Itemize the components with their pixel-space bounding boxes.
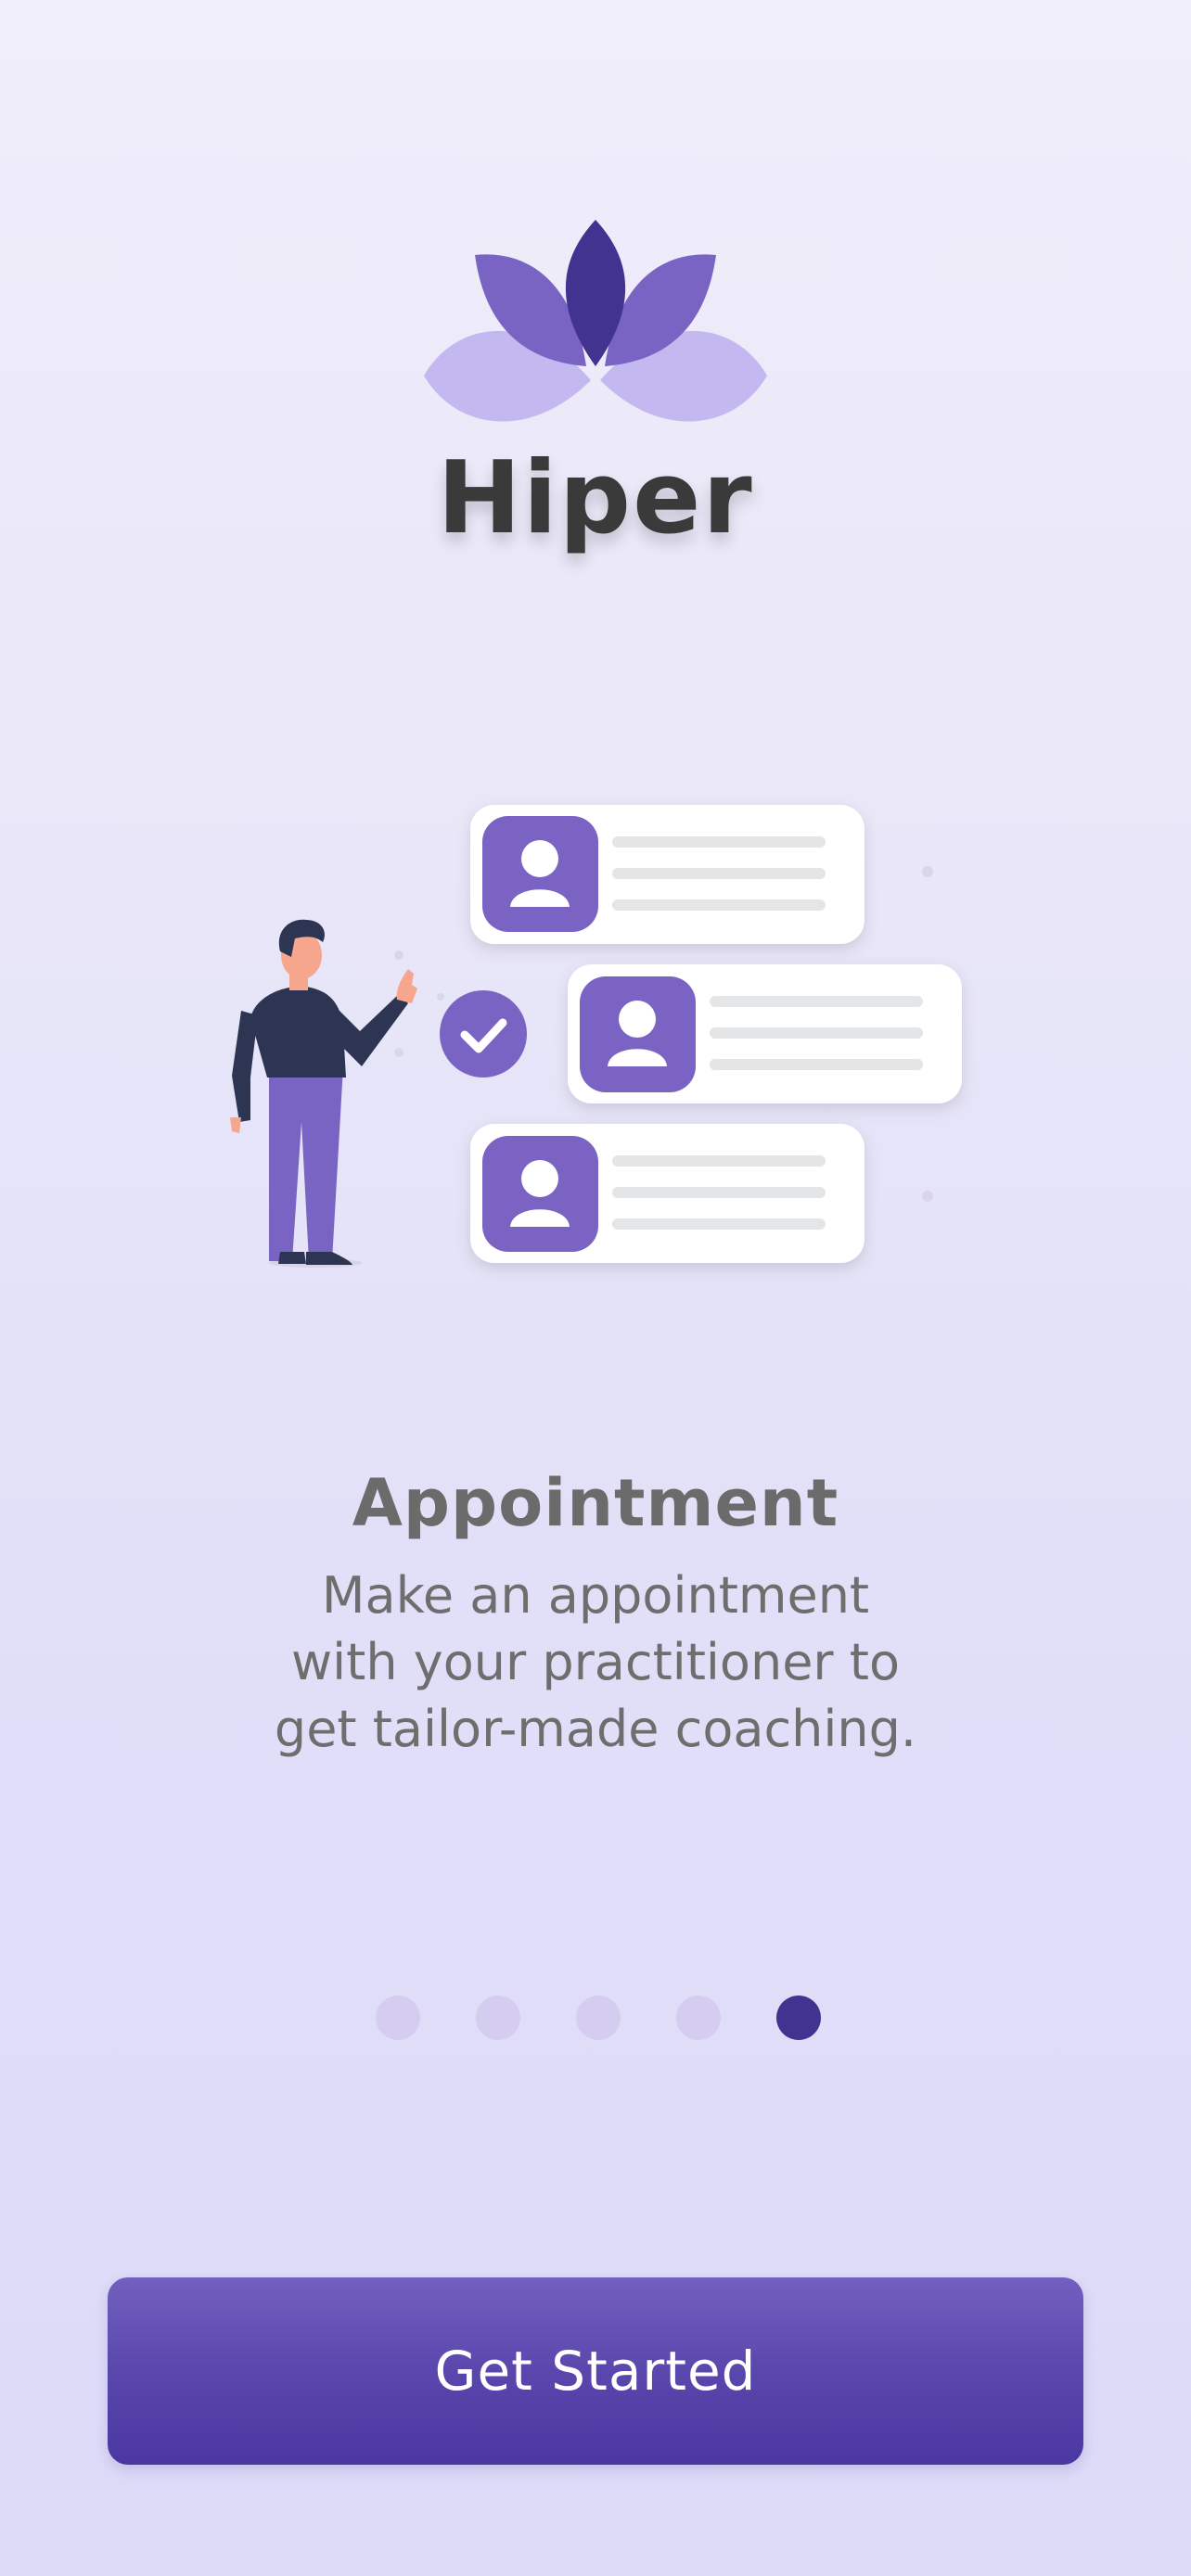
page-title: Appointment xyxy=(352,1465,839,1541)
profile-card-2 xyxy=(568,964,962,1103)
pagination-dot-2[interactable] xyxy=(476,1996,520,2040)
appointment-illustration xyxy=(230,805,962,1268)
page-description: Make an appointment with your practition… xyxy=(274,1566,917,1758)
app-name: Hiper xyxy=(437,440,754,556)
pagination-dot-5[interactable] xyxy=(776,1996,821,2040)
pagination-dot-1[interactable] xyxy=(376,1996,420,2040)
profile-card-3 xyxy=(470,1124,864,1263)
pagination-dots xyxy=(0,1996,1191,2042)
pagination-dot-3[interactable] xyxy=(576,1996,621,2040)
profile-card-1 xyxy=(470,805,864,944)
pagination-dot-4[interactable] xyxy=(676,1996,721,2040)
check-icon xyxy=(440,990,527,1078)
person-icon xyxy=(230,919,417,1268)
get-started-button[interactable]: Get Started xyxy=(108,2277,1083,2465)
lotus-logo-icon xyxy=(424,220,767,422)
app-logo: Hiper xyxy=(0,209,1191,580)
